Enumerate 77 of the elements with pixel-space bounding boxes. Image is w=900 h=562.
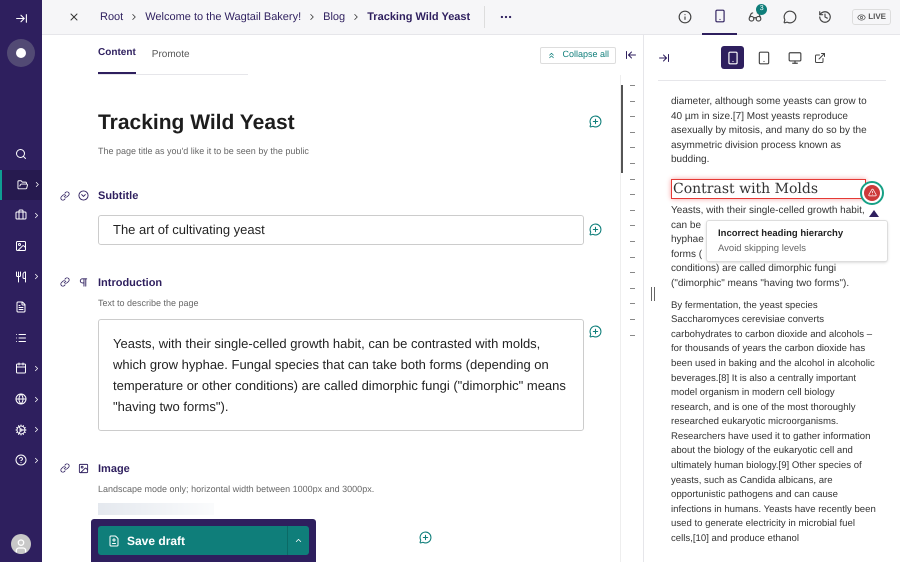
save-draft-button[interactable]: Save draft [98,526,287,555]
search-icon [15,148,27,160]
add-comment-icon[interactable] [589,223,602,236]
image-icon [15,240,27,252]
chevron-icon [32,364,41,373]
chevron-icon [32,210,41,220]
preview-paragraph: diameter, although some yeasts can grow to 40 µm in size.[7] Most yeasts reproduce asexually by mitosis, and many do so by the asymmetric division process known as budding. [671,95,868,168]
chevron-circle-icon[interactable] [78,190,89,201]
tab[interactable]: Content [98,45,136,74]
document-icon [108,534,120,546]
preview-text-line: Yeasts, with their single-celled growth habit, [671,204,865,216]
history-icon [818,10,832,24]
mobile-icon [712,9,727,23]
preview-text-line: hyphae [671,234,704,246]
eye-icon [857,12,866,22]
mobile-icon [726,50,740,64]
link-icon[interactable] [60,277,70,287]
link-icon[interactable] [60,190,70,200]
help-text: Landscape mode only; horizontal width between 1000px and 3000px. [98,483,376,496]
tab[interactable]: Promote [152,47,190,74]
chevron-icon [32,456,41,465]
tablet-icon [756,50,770,64]
field-label: Subtitle [98,189,140,204]
subtitle-field[interactable]: The art of cultivating yeast [98,214,584,244]
external-link-icon[interactable] [814,52,826,64]
utensils-icon [15,270,27,283]
breadcrumb-link[interactable]: Tracking Wild Yeast [367,8,470,26]
help-icon [15,454,27,466]
preview-text-line: ("dimorphic" means "having two forms"). [671,278,850,289]
breadcrumb-link[interactable]: Blog [323,8,346,26]
page-title[interactable]: Tracking Wild Yeast [98,107,589,138]
close-icon[interactable] [68,11,80,23]
issue-title: Incorrect heading hierarchy [718,226,844,240]
preview-text-line: forms ( [671,248,702,260]
chevron-icon [32,394,41,404]
comment-icon [782,10,797,24]
expand-sidebar-icon[interactable] [14,12,28,25]
warning-icon[interactable] [860,180,884,205]
help-text: The page title as you'd like it to be seen by the public [98,144,310,158]
add-comment-icon[interactable] [589,324,602,338]
chevron-icon [32,272,41,282]
field-label: Image [98,462,131,476]
breadcrumb-link[interactable]: Root [100,8,124,26]
collapse-panel-icon[interactable] [625,49,637,61]
sidebar-item[interactable] [0,170,42,200]
chevrons-up-icon [547,50,556,60]
breadcrumb-link[interactable]: Welcome to the Wagtail Bakery! [145,8,302,26]
device-button[interactable] [721,46,744,69]
issue-detail: Avoid skipping levels [718,242,808,255]
preview-text-line: can be [671,220,702,231]
link-icon[interactable] [60,463,70,473]
folder-icon [17,178,28,191]
cogs-icon [15,424,27,436]
collapse-all-button[interactable]: Collapse all [540,46,616,64]
briefcase-icon [15,209,27,222]
calendar-icon [15,362,27,374]
expand-panel-icon[interactable] [658,52,670,64]
add-comment-icon[interactable] [589,115,602,128]
info-icon [678,10,692,24]
image-icon[interactable] [78,462,89,474]
preview-paragraph: By fermentation, the yeast species Saccharomyces cerevisiae converts carbohydrates to carbon dioxide and alcohols – for thousands of years the carbon dioxide has been used in baking and the alcohol in alcoholic beverages.[8] It is also a centrally important model organism in modern cell biology research, and is one of the most thoroughly researched eukaryotic microorganisms. Researchers have used it to gather information about the biology of the eukaryotic cell and ultimately human biology.[9] Other species of yeasts, such as Candida albicans, are opportunistic pathogens and can cause infections in humans. Yeasts have recently been used to generate electricity in microbial fuel cells,[10] and produce ethanol [671,298,876,546]
resize-handle[interactable] [651,287,655,301]
avatar-icon[interactable] [11,534,31,554]
live-button[interactable]: LIVE [852,9,891,25]
document-icon [15,301,27,314]
introduction-field[interactable]: Yeasts, with their single-celled growth habit, can be contrasted with molds, which grow hyphae. Fungal species that can take both forms (depending on temperature or other conditions) are called dimorphic fungi ("dimorphic" means "having two forms"). [98,318,584,430]
globe-icon [15,393,27,406]
field-label: Introduction [98,276,164,290]
add-comment-icon[interactable] [419,531,432,544]
preview-text-line: conditions) are called dimorphic fungi [671,263,836,274]
pilcrow-icon[interactable] [78,276,89,288]
glasses-icon [748,10,762,24]
help-text: Text to describe the page [98,297,200,310]
caret-icon [294,536,303,545]
chevron-icon [32,425,41,434]
tooltip-arrow [869,210,879,217]
desktop-icon [788,50,802,64]
